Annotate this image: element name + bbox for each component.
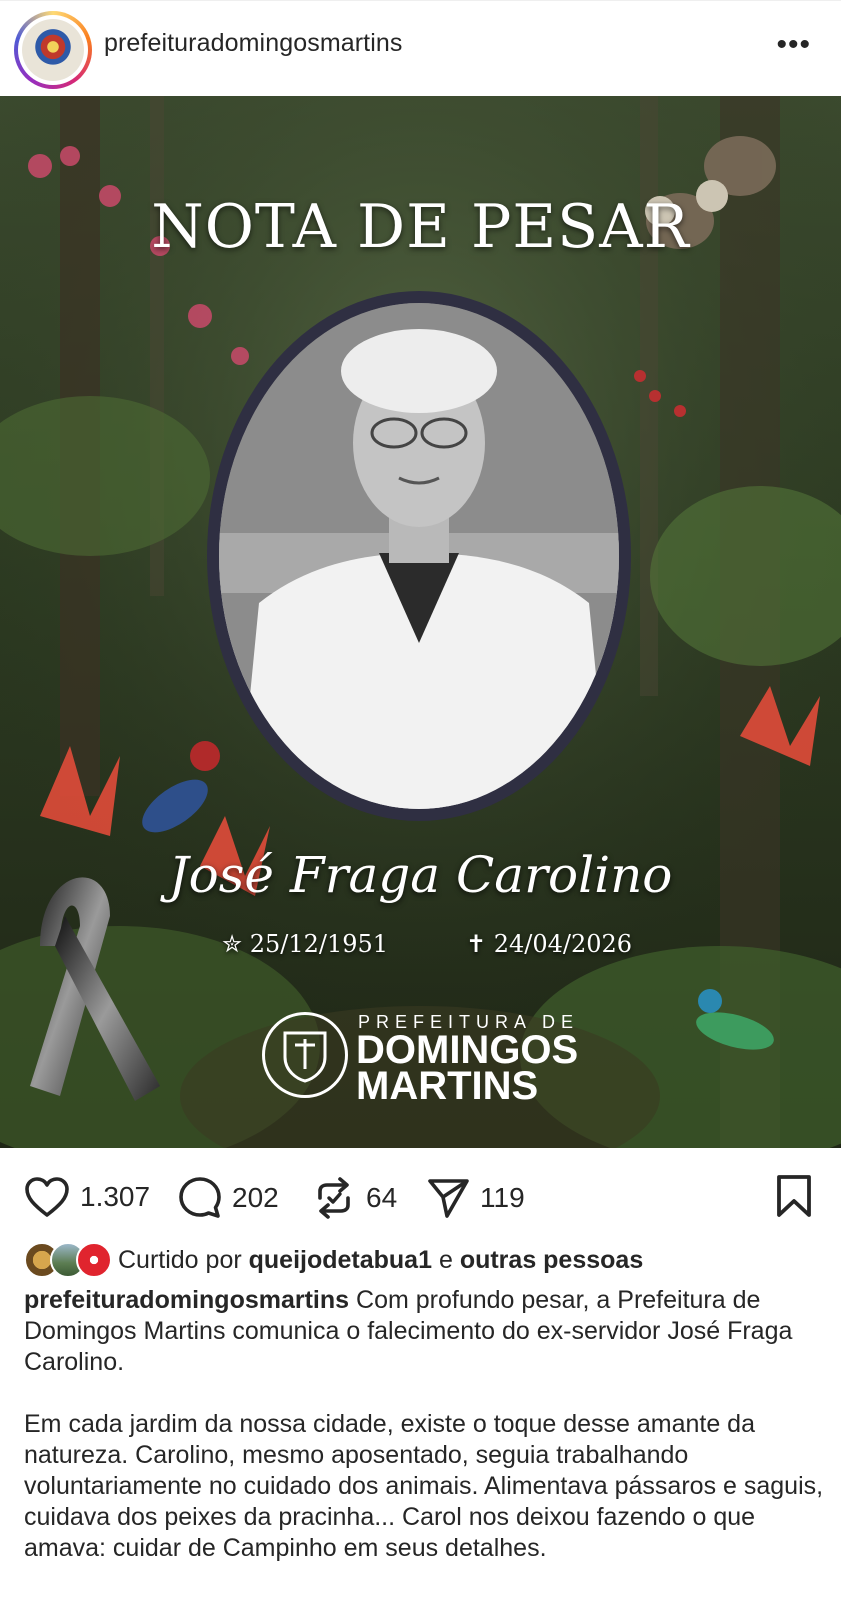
comment-count: 202: [232, 1182, 279, 1213]
post-image[interactable]: NOTA DE PESAR José Fraga Carolino ✮ 25/1…: [0, 96, 841, 1148]
portrait-frame: [207, 291, 631, 821]
avatar: [76, 1242, 112, 1278]
comment-icon: [179, 1177, 221, 1218]
repost-icon: [318, 1177, 350, 1219]
share-count: 119: [480, 1182, 525, 1213]
comment-button[interactable]: 202: [178, 1176, 279, 1220]
profile-avatar[interactable]: [14, 11, 92, 89]
post-caption: prefeituradomingosmartins Com profundo p…: [24, 1285, 824, 1564]
repost-button[interactable]: 64: [312, 1176, 397, 1220]
birth-date: ✮ 25/12/1951: [222, 930, 389, 958]
post-header: prefeituradomingosmartins •••: [0, 0, 841, 96]
deceased-name: José Fraga Carolino: [168, 846, 673, 904]
liker-username[interactable]: queijodetabua1: [249, 1246, 432, 1274]
post-title: NOTA DE PESAR: [151, 192, 690, 262]
caption-username[interactable]: prefeituradomingosmartins: [24, 1286, 349, 1314]
like-button[interactable]: 1.307: [24, 1176, 150, 1218]
caption-paragraph-2: Em cada jardim da nossa cidade, existe o…: [24, 1410, 824, 1562]
portrait-illustration: [219, 303, 619, 809]
send-icon: [428, 1179, 469, 1218]
bookmark-icon: [777, 1175, 811, 1217]
save-button[interactable]: [774, 1174, 814, 1218]
action-bar: 1.307 202 64 119: [0, 1148, 841, 1246]
logo-line2: MARTINS: [356, 1064, 539, 1108]
liked-by-text: Curtido por queijodetabua1 e outras pess…: [118, 1245, 644, 1274]
liked-by-row[interactable]: Curtido por queijodetabua1 e outras pess…: [24, 1242, 643, 1278]
coat-of-arms-icon: [22, 19, 84, 81]
more-options-icon[interactable]: •••: [776, 30, 811, 60]
portrait-photo: [219, 303, 619, 809]
others-link[interactable]: outras pessoas: [460, 1246, 643, 1274]
death-date: ✝ 24/04/2026: [466, 930, 633, 958]
liker-avatars: [24, 1242, 112, 1278]
repost-count: 64: [366, 1182, 398, 1213]
caption-paragraph: prefeituradomingosmartins Com profundo p…: [24, 1285, 824, 1378]
heart-icon: [25, 1177, 69, 1217]
like-count: 1.307: [80, 1181, 151, 1212]
share-button[interactable]: 119: [426, 1176, 525, 1220]
coat-of-arms-icon: [262, 1012, 348, 1098]
post-username[interactable]: prefeituradomingosmartins: [104, 29, 402, 58]
shield-icon: [283, 1031, 327, 1083]
municipality-logo: PREFEITURA DE DOMINGOS MARTINS: [262, 1006, 592, 1106]
